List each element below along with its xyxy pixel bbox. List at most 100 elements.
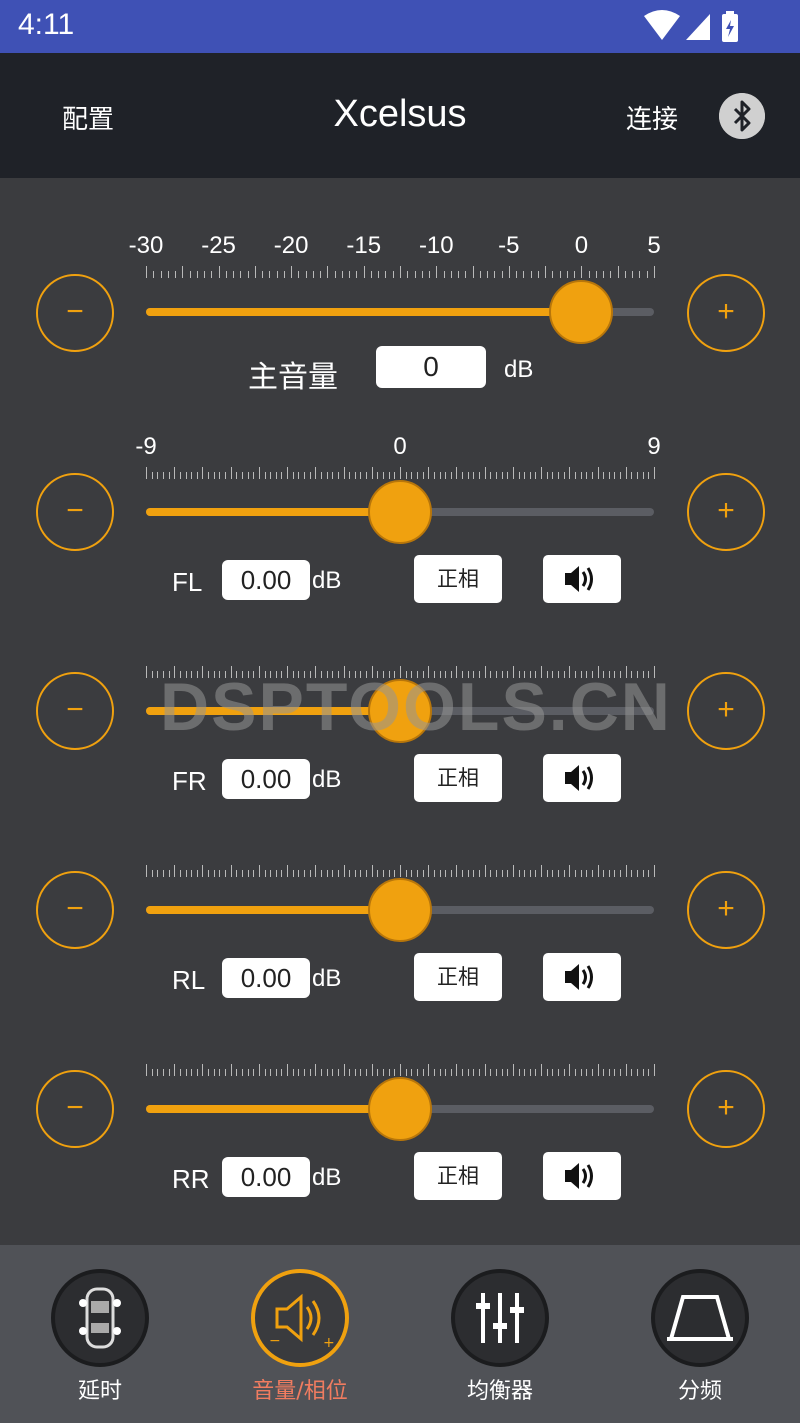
scale-tick (162, 870, 164, 877)
speaker-icon (565, 765, 593, 791)
rl-value-field[interactable]: 0.00 (222, 958, 310, 998)
scale-tick (287, 1064, 289, 1076)
scale-tick (292, 472, 294, 479)
connect-button[interactable]: 连接 (626, 99, 678, 136)
rl-minus-button[interactable]: − (36, 871, 114, 949)
fl-slider[interactable] (146, 480, 654, 544)
rr-plus-button[interactable]: + (687, 1070, 765, 1148)
bluetooth-icon[interactable] (719, 93, 765, 139)
wifi-icon (644, 10, 680, 40)
scale-tick (185, 870, 187, 877)
scale-tick (146, 266, 147, 278)
master-slider-thumb[interactable] (549, 280, 614, 344)
master-slider[interactable] (146, 280, 654, 344)
scale-tick (394, 472, 396, 479)
fr-value-field[interactable]: 0.00 (222, 759, 310, 799)
fl-minus-button[interactable]: − (36, 473, 114, 551)
scale-tick (529, 1069, 531, 1076)
scale-tick (552, 1069, 554, 1076)
scale-tick (546, 870, 548, 877)
fl-phase-button[interactable]: 正相 (414, 555, 502, 603)
scale-tick (512, 1064, 514, 1076)
scale-tick (518, 472, 520, 479)
scale-tick (202, 1064, 204, 1076)
scale-tick (625, 1064, 627, 1076)
fl-plus-button[interactable]: + (687, 473, 765, 551)
scale-tick (377, 870, 379, 877)
svg-text:−: − (269, 1333, 281, 1349)
scale-tick (524, 870, 526, 877)
master-scale-label: -30 (128, 232, 164, 259)
rl-slider[interactable] (146, 878, 654, 942)
scale-tick (343, 1064, 345, 1076)
scale-tick (512, 865, 514, 877)
scale-tick (366, 472, 368, 479)
volume-phase-panel: -30 -25 -20 -15 -10 -5 0 5 − + 主音量 0 dB -9 0 9 − + F… (0, 178, 800, 1245)
scale-tick (637, 870, 639, 877)
fl-mute-button[interactable] (543, 555, 621, 603)
scale-tick (320, 1069, 322, 1076)
scale-tick (646, 271, 648, 278)
scale-tick (654, 1064, 655, 1076)
slider-fill (146, 906, 400, 914)
nav-volume-phase[interactable]: − + 音量/相位 (200, 1245, 400, 1423)
scale-tick (411, 1069, 413, 1076)
scale-tick (445, 870, 447, 877)
master-plus-button[interactable]: + (687, 274, 765, 352)
slider-thumb[interactable] (368, 480, 432, 544)
bottom-nav: 延时 − + 音量/相位 均衡器 分频 (0, 1245, 800, 1423)
scale-tick (270, 472, 272, 479)
fr-minus-button[interactable]: − (36, 672, 114, 750)
scale-tick (208, 1069, 210, 1076)
nav-delay[interactable]: 延时 (0, 1245, 200, 1423)
scale-tick (275, 472, 277, 479)
rr-minus-button[interactable]: − (36, 1070, 114, 1148)
scale-tick (479, 1069, 481, 1076)
rl-mute-button[interactable] (543, 953, 621, 1001)
scale-tick (208, 472, 210, 479)
scale-tick (202, 467, 204, 479)
master-value-field[interactable]: 0 (376, 346, 486, 388)
scale-tick (349, 870, 351, 877)
rr-slider[interactable] (146, 1077, 654, 1141)
scale-tick (179, 870, 181, 877)
scale-tick (580, 472, 582, 479)
nav-crossover[interactable]: 分频 (600, 1245, 800, 1423)
rr-phase-button[interactable]: 正相 (414, 1152, 502, 1200)
slider-thumb[interactable] (368, 1077, 432, 1141)
scale-tick (569, 1064, 571, 1076)
fr-phase-button[interactable]: 正相 (414, 754, 502, 802)
scale-tick (631, 1069, 633, 1076)
rl-plus-button[interactable]: + (687, 871, 765, 949)
scale-tick (298, 1069, 300, 1076)
scale-tick (416, 870, 418, 877)
scale-tick (191, 1069, 193, 1076)
scale-tick (529, 472, 531, 479)
scale-tick (204, 271, 206, 278)
scale-tick (524, 1069, 526, 1076)
scale-tick (287, 865, 289, 877)
scale-tick (450, 1069, 452, 1076)
scale-tick (370, 271, 372, 278)
nav-equalizer[interactable]: 均衡器 (400, 1245, 600, 1423)
scale-tick (354, 1069, 356, 1076)
scale-tick (349, 472, 351, 479)
scale-tick (327, 266, 329, 278)
scale-tick (574, 271, 576, 278)
fr-mute-button[interactable] (543, 754, 621, 802)
slider-thumb[interactable] (368, 878, 432, 942)
rl-phase-button[interactable]: 正相 (414, 953, 502, 1001)
rr-value-field[interactable]: 0.00 (222, 1157, 310, 1197)
master-minus-button[interactable]: − (36, 274, 114, 352)
scale-tick (569, 467, 571, 479)
scale-tick (341, 271, 343, 278)
fl-value-field[interactable]: 0.00 (222, 560, 310, 600)
scale-tick (654, 266, 655, 278)
scale-tick (436, 266, 438, 278)
scale-tick (462, 472, 464, 479)
master-slider-fill (146, 308, 582, 316)
rr-mute-button[interactable] (543, 1152, 621, 1200)
scale-tick (569, 865, 571, 877)
scale-tick (151, 472, 153, 479)
fr-plus-button[interactable]: + (687, 672, 765, 750)
